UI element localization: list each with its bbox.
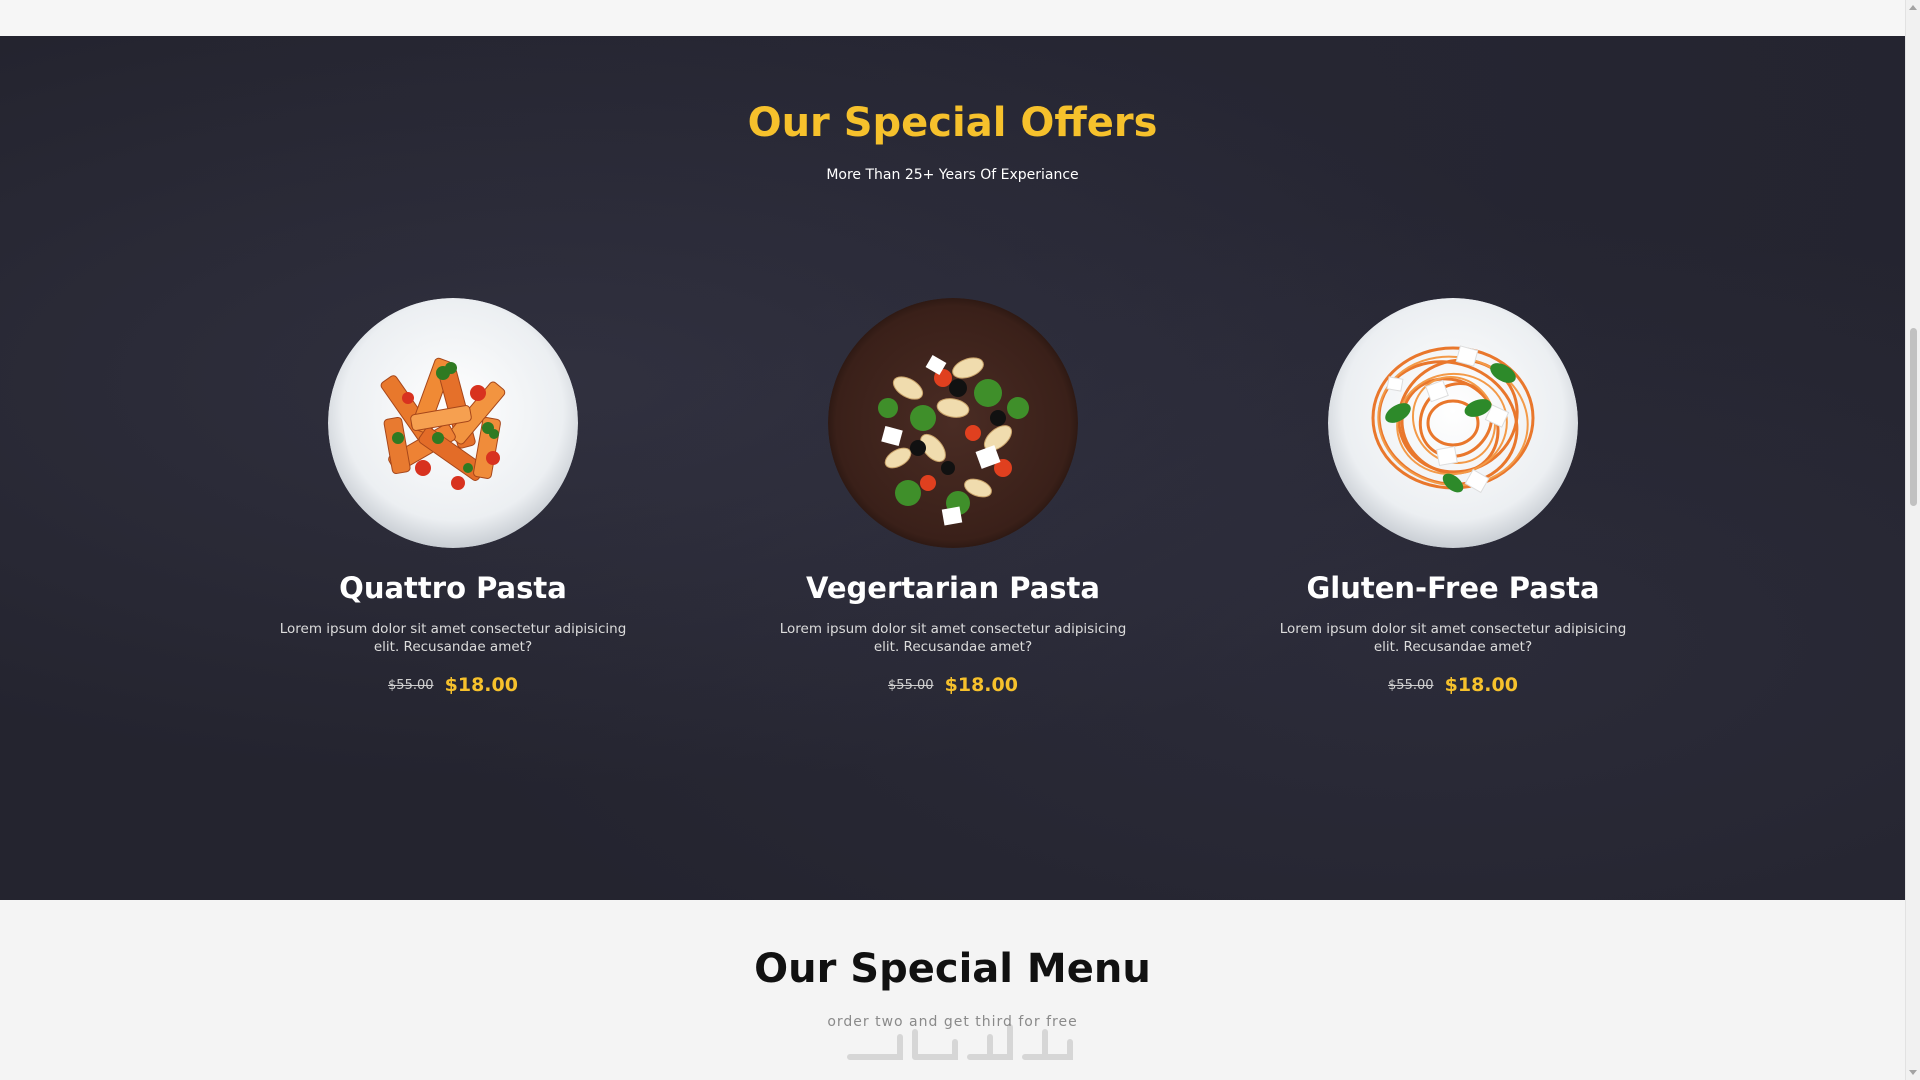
scroll-down-arrow-icon[interactable]: [1909, 1070, 1917, 1075]
offer-name: Quattro Pasta: [339, 571, 567, 605]
menu-title: Our Special Menu: [754, 946, 1151, 992]
penne-pasta-plate-image: [328, 298, 578, 548]
price-row: $55.00 $18.00: [1243, 674, 1663, 696]
old-price: $55.00: [1388, 677, 1434, 693]
old-price: $55.00: [888, 677, 934, 693]
vegetable-fusilli-bowl-image: [828, 298, 1078, 548]
page: Our Special Offers More Than 25+ Years O…: [0, 0, 1905, 1080]
new-price: $18.00: [1444, 674, 1518, 696]
offers-title: Our Special Offers: [747, 100, 1158, 146]
previous-section-edge: [0, 0, 1905, 36]
price-row: $55.00 $18.00: [243, 674, 663, 696]
scroll-up-arrow-icon[interactable]: [1909, 5, 1917, 10]
offer-description: Lorem ipsum dolor sit amet consectetur a…: [279, 621, 627, 655]
new-price: $18.00: [944, 674, 1018, 696]
page-scrollbar[interactable]: [1905, 0, 1920, 1080]
spaghetti-plate-image: [1328, 298, 1578, 548]
price-row: $55.00 $18.00: [743, 674, 1163, 696]
watermark-logo: [847, 1024, 1073, 1060]
new-price: $18.00: [444, 674, 518, 696]
offer-name: Vegertarian Pasta: [806, 571, 1100, 605]
offers-subtitle: More Than 25+ Years Of Experiance: [826, 167, 1079, 183]
special-offers-section: Our Special Offers More Than 25+ Years O…: [0, 36, 1905, 900]
scroll-thumb[interactable]: [1910, 328, 1917, 506]
offer-card-vegetarian: Vegertarian Pasta Lorem ipsum dolor sit …: [743, 298, 1163, 696]
offer-name: Gluten-Free Pasta: [1306, 571, 1600, 605]
offer-description: Lorem ipsum dolor sit amet consectetur a…: [1279, 621, 1627, 655]
offer-description: Lorem ipsum dolor sit amet consectetur a…: [779, 621, 1127, 655]
offer-card-quattro: Quattro Pasta Lorem ipsum dolor sit amet…: [243, 298, 663, 696]
old-price: $55.00: [388, 677, 434, 693]
offer-card-gluten-free: Gluten-Free Pasta Lorem ipsum dolor sit …: [1243, 298, 1663, 696]
